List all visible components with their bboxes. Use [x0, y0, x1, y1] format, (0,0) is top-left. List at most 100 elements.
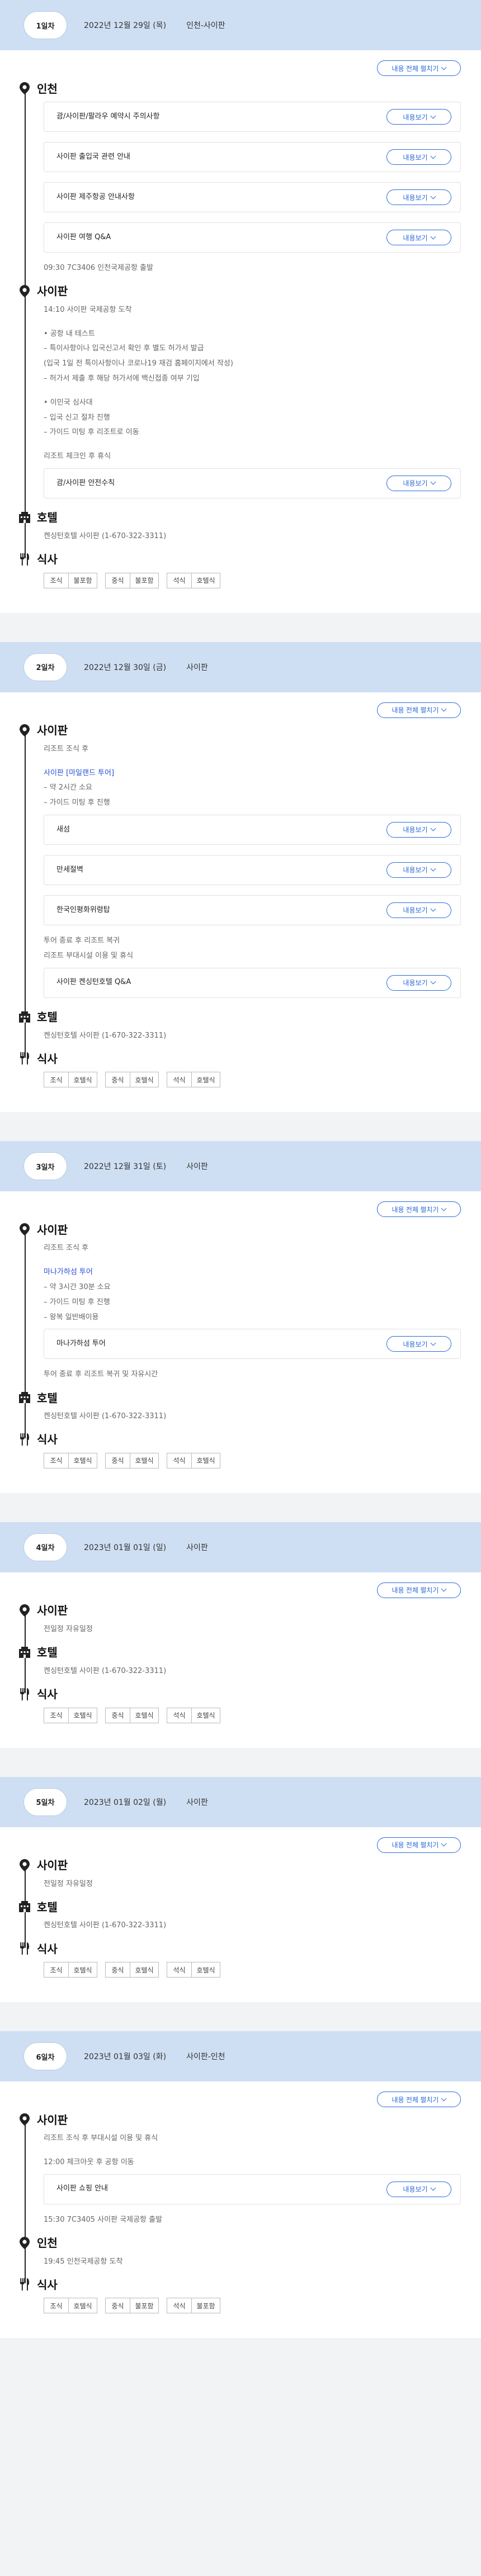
section-title-text: 사이판 — [37, 1859, 68, 1872]
see-more-button[interactable]: 내용보기 — [386, 230, 451, 245]
section-body: 켄싱턴호텔 사이판 (1-670-322-3311) — [31, 1666, 461, 1677]
meal-item: 중식 호텔식 — [105, 1962, 159, 1978]
meal-value: 호텔식 — [73, 1966, 92, 1974]
expand-all-button[interactable]: 내용 전체 펼치기 — [377, 1201, 461, 1218]
meal-value: 불포함 — [135, 577, 154, 585]
see-more-button[interactable]: 내용보기 — [386, 821, 451, 838]
day-route: 인천-사이판 — [186, 21, 225, 30]
schedule-line: 켄싱턴호텔 사이판 (1-670-322-3311) — [44, 1412, 167, 1421]
expand-all-button[interactable]: 내용 전체 펼치기 — [377, 2092, 461, 2108]
section-meal: 식사 조식 호텔식 중식 호텔식 석식 호텔식 — [20, 1685, 461, 1723]
detail-card[interactable]: 사이판 제주항공 안내사항 내용보기 — [44, 182, 461, 212]
expand-all-button[interactable]: 내용 전체 펼치기 — [377, 702, 461, 718]
timeline: 사이판 전일정 자유일정 호텔 켄싱턴호텔 사이판 (1-670-322-3311) 식… — [19, 1601, 461, 1723]
see-more-button[interactable]: 내용보기 — [386, 1336, 451, 1352]
see-more-button[interactable]: 내용보기 — [386, 902, 451, 918]
detail-card[interactable]: 만세절벽 내용보기 — [44, 854, 461, 885]
section-location: 사이판 전일정 자유일정 — [20, 1856, 461, 1890]
detail-card[interactable]: 한국인평화위령탑 내용보기 — [44, 895, 461, 925]
section-body: 19:45 인천국제공항 도착 — [31, 2256, 461, 2268]
day-date: 2023년 01월 01일 (일) — [84, 1543, 167, 1552]
see-more-button[interactable]: 내용보기 — [386, 149, 451, 165]
see-more-button[interactable]: 내용보기 — [386, 109, 451, 125]
meal-type: 조식 — [44, 1708, 69, 1723]
schedule-line: 켄싱턴호텔 사이판 (1-670-322-3311) — [44, 531, 167, 540]
section-title: 식사 — [20, 1940, 461, 1956]
section-title: 인천 — [20, 2234, 461, 2251]
location-pin-icon — [18, 1859, 31, 1872]
schedule-line: – 가이드 미팅 후 진행 — [44, 1297, 110, 1306]
meal-item: 중식 호텔식 — [105, 1452, 159, 1468]
day-header: 4일차 2023년 01월 01일 (일) 사이판 — [0, 1522, 481, 1572]
expand-all-button[interactable]: 내용 전체 펼치기 — [377, 1837, 461, 1853]
day-route: 사이판 — [186, 663, 208, 672]
see-more-button[interactable]: 내용보기 — [386, 862, 451, 878]
section-title: 사이판 — [20, 721, 461, 738]
timeline-rail — [25, 89, 26, 558]
detail-card[interactable]: 사이판 출입국 관련 안내 내용보기 — [44, 142, 461, 172]
schedule-line: – 약 3시간 30분 소요 — [44, 1282, 111, 1291]
day-date: 2023년 01월 03일 (화) — [84, 2052, 167, 2062]
location-pin-icon — [18, 82, 31, 95]
expand-all-button[interactable]: 내용 전체 펼치기 — [377, 60, 461, 76]
meal-type: 조식 — [44, 2298, 69, 2313]
day-4: 4일차 2023년 01월 01일 (일) 사이판 내용 전체 펼치기사이판 전일정 자… — [0, 1522, 481, 1748]
day-body: 내용 전체 펼치기인천괌/사이판/팔라우 예약시 주의사항 내용보기사이판 출입국… — [0, 50, 481, 613]
detail-card[interactable]: 사이판 쇼핑 안내 내용보기 — [44, 2174, 461, 2204]
itinerary-page: 1일차 2022년 12월 29일 (목) 인천-사이판 내용 전체 펼치기 인천 괌/사… — [0, 0, 481, 2339]
schedule-line: 14:10 사이판 국제공항 도착 — [44, 305, 132, 314]
see-more-button[interactable]: 내용보기 — [386, 975, 451, 991]
detail-card-label: 사이판 출입국 관련 안내 — [56, 152, 130, 161]
detail-card[interactable]: 괌/사이판/팔라우 예약시 주의사항 내용보기 — [44, 102, 461, 132]
section-title-text: 식사 — [37, 1942, 58, 1956]
meal-item: 조식 호텔식 — [44, 1962, 97, 1978]
location-pin-icon — [18, 2236, 31, 2250]
meal-value: 불포함 — [73, 577, 92, 585]
toggle-row: 내용 전체 펼치기 — [31, 60, 461, 79]
section-title: 사이판 — [20, 2111, 461, 2127]
meal-value: 호텔식 — [135, 1457, 154, 1465]
detail-card[interactable]: 사이판 여행 Q&A 내용보기 — [44, 222, 461, 253]
meal-list: 조식 호텔식 중식 호텔식 석식 호텔식 — [31, 1707, 461, 1723]
expand-all-button[interactable]: 내용 전체 펼치기 — [377, 1582, 461, 1598]
meal-icon — [18, 1942, 31, 1955]
meal-value: 불포함 — [196, 2302, 215, 2310]
see-more-button[interactable]: 내용보기 — [386, 2181, 451, 2197]
meal-type: 석식 — [167, 2298, 192, 2313]
see-more-button[interactable]: 내용보기 — [386, 475, 451, 491]
location-pin-icon — [18, 1604, 31, 1617]
section-title-text: 식사 — [37, 1052, 58, 1066]
hotel-icon — [18, 511, 31, 524]
section-body: 괌/사이판/팔라우 예약시 주의사항 내용보기 사이판 출입국 관련 안내 내용보기 사… — [31, 102, 461, 274]
see-more-label: 내용보기 — [403, 234, 428, 242]
section-meal: 식사 조식 불포함 중식 불포함 석식 호텔식 — [20, 550, 461, 588]
section-title: 인천 — [20, 79, 461, 96]
schedule-line: 리조트 조식 후 — [44, 1244, 89, 1253]
timeline: 인천 괌/사이판/팔라우 예약시 주의사항 내용보기 사이판 출입국 관련 안내 내용보… — [19, 79, 461, 588]
schedule-line: 투어 종료 후 리조트 복귀 — [44, 936, 120, 945]
detail-card[interactable]: 새섬 내용보기 — [44, 814, 461, 845]
section-title: 사이판 — [20, 1601, 461, 1618]
section-location: 사이판 14:10 사이판 국제공항 도착 • 공항 내 테스트 – 특이사항이나 입… — [20, 282, 461, 498]
section-title: 호텔 — [19, 508, 461, 525]
schedule-line: – 입국 신고 절차 진행 — [44, 413, 110, 422]
detail-card[interactable]: 괌/사이판 안전수칙 내용보기 — [44, 468, 461, 498]
meal-type: 중식 — [106, 1072, 130, 1087]
meal-value: 호텔식 — [73, 2302, 92, 2310]
meal-type: 중식 — [106, 573, 130, 588]
day-badge: 4일차 — [23, 1533, 67, 1561]
meal-item: 석식 불포함 — [167, 2298, 220, 2314]
toggle-row: 내용 전체 펼치기 — [31, 702, 461, 721]
see-more-label: 내용보기 — [403, 113, 428, 121]
day-badge: 2일차 — [23, 653, 67, 681]
see-more-button[interactable]: 내용보기 — [386, 189, 451, 205]
detail-card[interactable]: 사이판 켄싱턴호텔 Q&A 내용보기 — [44, 967, 461, 998]
section-location: 인천 괌/사이판/팔라우 예약시 주의사항 내용보기 사이판 출입국 관련 안내 내용보… — [20, 79, 461, 274]
detail-card-label: 한국인평화위령탑 — [56, 905, 110, 914]
hotel-icon — [18, 1900, 31, 1913]
timeline: 사이판 리조트 조식 후 사이판 [마일랜드 투어] – 약 2시간 소요 – 가이드 … — [19, 721, 461, 1088]
detail-card[interactable]: 마나가하섬 투어 내용보기 — [44, 1329, 461, 1360]
day-date: 2023년 01월 02일 (월) — [84, 1798, 167, 1807]
